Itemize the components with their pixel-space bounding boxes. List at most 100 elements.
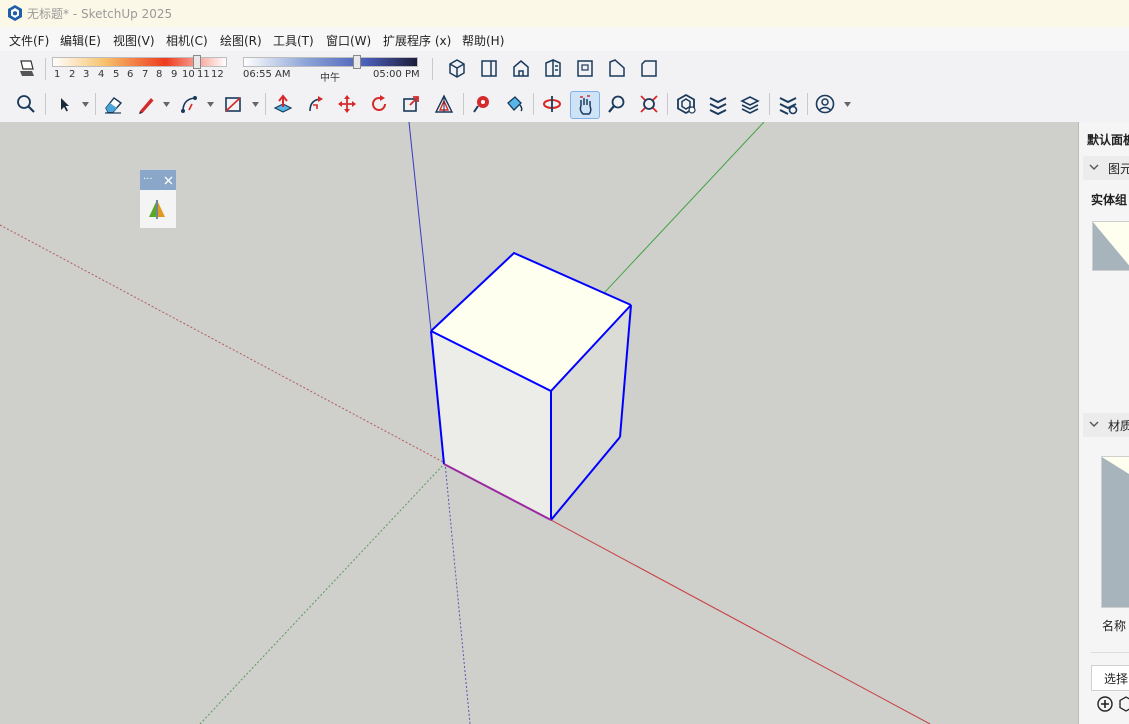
tape-measure-tool-button[interactable]	[469, 91, 495, 117]
tape-measure-icon	[473, 96, 489, 113]
menu-camera[interactable]: 相机(C)	[166, 32, 208, 49]
right-view-button[interactable]	[540, 55, 566, 81]
select-tab-label: 选择	[1104, 672, 1129, 686]
red-axis-negative	[0, 224, 446, 464]
extension-manager-button[interactable]	[775, 91, 801, 117]
entity-info-section-header[interactable]: 图元	[1083, 156, 1129, 180]
month-tick-label: 3	[83, 69, 90, 80]
floating-toolbar-header[interactable]: ···	[140, 170, 176, 190]
material-model-icon[interactable]	[1119, 696, 1129, 712]
toolbar-separator	[95, 93, 96, 115]
close-icon[interactable]	[164, 176, 173, 185]
warehouse-button[interactable]	[673, 91, 699, 117]
back-view-button[interactable]	[572, 55, 598, 81]
shadow-toggle-button[interactable]	[13, 55, 39, 81]
paint-bucket-icon	[507, 96, 523, 112]
extension-warehouse-button[interactable]	[705, 91, 731, 117]
month-tick-label: 1	[54, 69, 61, 80]
default-tray: 默认面板 图元 实体组 材质 名称 选择	[1078, 122, 1129, 724]
toolbar-separator	[432, 58, 433, 80]
window-title: 无标题* - SketchUp 2025	[27, 7, 173, 21]
offset-tool-button[interactable]	[431, 91, 457, 117]
front-view-icon	[513, 60, 529, 77]
follow-me-tool-button[interactable]	[302, 91, 328, 117]
drag-handle-icon[interactable]: ···	[143, 175, 153, 185]
zoom-window-button[interactable]	[636, 91, 662, 117]
zoom-extents-button[interactable]	[13, 91, 39, 117]
main-toolbar	[0, 87, 857, 122]
chevron-down-icon[interactable]	[1089, 162, 1099, 172]
month-tick-label: 7	[142, 69, 149, 80]
toolbar-separator	[807, 93, 808, 115]
layout-button[interactable]	[737, 91, 763, 117]
line-tool-button[interactable]	[133, 91, 159, 117]
move-arrows-icon	[338, 95, 356, 113]
materials-section-header[interactable]: 材质	[1083, 413, 1129, 437]
pan-tool-button[interactable]	[570, 91, 600, 119]
magnifier-icon	[17, 95, 35, 113]
user-avatar-icon	[815, 94, 835, 114]
month-tick-label: 9	[171, 69, 178, 80]
rotate-tool-button[interactable]	[366, 91, 392, 117]
toolbar-separator	[769, 93, 770, 115]
arc-tool-button[interactable]	[176, 91, 202, 117]
rectangle-tool-button[interactable]	[220, 91, 246, 117]
back-view-icon	[577, 60, 593, 77]
shadow-and-views-toolbar: 1 2 3 4 5 6 7 8 9 10 11 12 06:55 AM 中午 0…	[0, 51, 1129, 88]
select-tab[interactable]: 选择	[1091, 665, 1129, 691]
chevron-down-icon[interactable]	[843, 100, 852, 109]
entity-material-swatch[interactable]	[1092, 221, 1129, 271]
chevron-down-icon[interactable]	[251, 100, 260, 109]
rotate-icon	[372, 95, 386, 111]
menu-tools[interactable]: 工具(T)	[273, 32, 314, 49]
rectangle-icon	[225, 97, 241, 112]
floating-toolbar: ···	[139, 169, 177, 229]
menu-window[interactable]: 窗口(W)	[326, 32, 371, 49]
toolbar-separator	[45, 93, 46, 115]
toolbar-separator	[463, 93, 464, 115]
add-material-icon[interactable]	[1097, 696, 1113, 712]
chevron-down-icon[interactable]	[1089, 419, 1099, 429]
menu-file[interactable]: 文件(F)	[9, 32, 49, 49]
iso-view-button[interactable]	[444, 55, 470, 81]
sketchup-logo-icon	[8, 5, 22, 21]
move-tool-button[interactable]	[334, 91, 360, 117]
zoom-icon	[608, 95, 625, 113]
zoom-tool-button[interactable]	[604, 91, 630, 117]
time-start-label: 06:55 AM	[243, 69, 291, 80]
chevron-down-icon[interactable]	[81, 100, 90, 109]
top-view-button[interactable]	[476, 55, 502, 81]
time-slider-thumb[interactable]	[353, 55, 361, 69]
extension-warehouse-icon	[709, 97, 727, 115]
material-preview-icon	[1093, 222, 1129, 270]
time-slider[interactable]	[243, 57, 418, 67]
pencil-icon	[139, 98, 154, 114]
paint-bucket-tool-button[interactable]	[501, 91, 527, 117]
menu-help[interactable]: 帮助(H)	[462, 32, 504, 49]
month-tick-label: 8	[156, 69, 163, 80]
menu-edit[interactable]: 编辑(E)	[60, 32, 101, 49]
push-pull-icon	[273, 94, 293, 113]
left-view-button[interactable]	[604, 55, 630, 81]
offset-icon	[434, 94, 454, 113]
menu-draw[interactable]: 绘图(R)	[220, 32, 262, 49]
arc-icon	[181, 96, 197, 113]
select-tool-button[interactable]	[51, 91, 77, 117]
time-end-label: 05:00 PM	[373, 69, 420, 80]
eraser-tool-button[interactable]	[100, 91, 126, 117]
front-view-button[interactable]	[508, 55, 534, 81]
scale-tool-button[interactable]	[398, 91, 424, 117]
hand-icon	[579, 95, 592, 115]
flip-tool-button[interactable]	[144, 196, 170, 222]
push-pull-tool-button[interactable]	[270, 91, 296, 117]
eraser-icon	[105, 97, 123, 114]
menu-extensions[interactable]: 扩展程序 (x)	[383, 32, 451, 49]
month-slider-thumb[interactable]	[193, 55, 201, 69]
chevron-down-icon[interactable]	[206, 100, 215, 109]
account-button[interactable]	[812, 91, 838, 117]
material-preview-icon	[1102, 457, 1129, 607]
bottom-view-button[interactable]	[636, 55, 662, 81]
orbit-tool-button[interactable]	[539, 91, 565, 117]
menu-view[interactable]: 视图(V)	[113, 32, 155, 49]
chevron-down-icon[interactable]	[162, 100, 171, 109]
